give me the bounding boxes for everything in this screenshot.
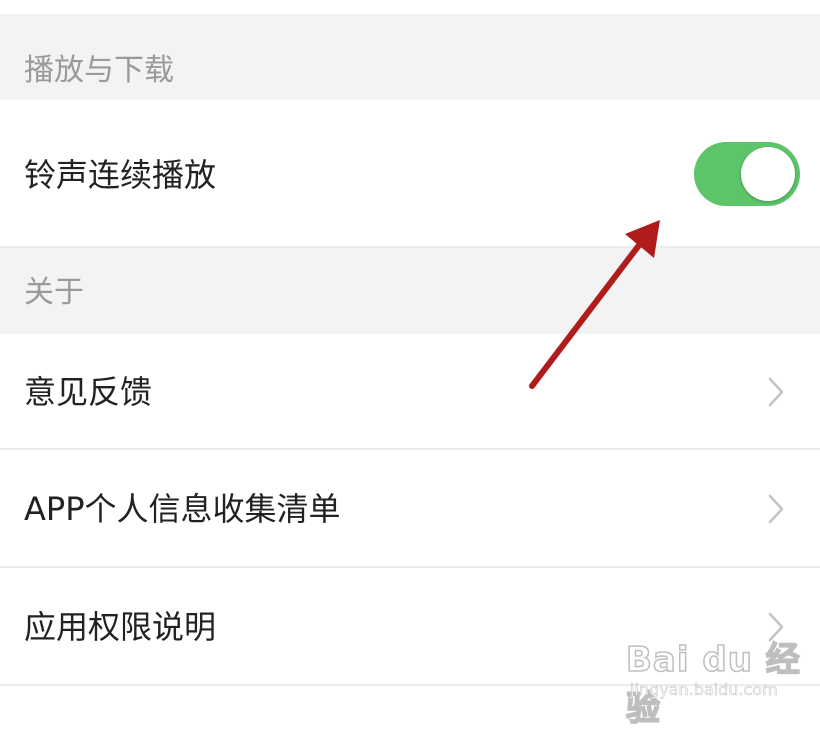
baidu-jingyan-watermark: Bai du 经验 jingyan.baidu.com	[612, 628, 808, 730]
setting-row-feedback[interactable]: 意见反馈	[0, 334, 820, 450]
setting-row-ringtone-continuous: 铃声连续播放	[0, 100, 820, 248]
chevron-right-icon	[768, 377, 784, 407]
chevron-right-icon	[768, 494, 784, 524]
ringtone-continuous-toggle[interactable]	[694, 142, 800, 206]
toggle-knob	[741, 147, 795, 201]
section-header-about: 关于	[0, 248, 820, 334]
setting-label: 铃声连续播放	[24, 156, 217, 194]
setting-row-personal-info-list[interactable]: APP个人信息收集清单	[0, 450, 820, 568]
setting-label: APP个人信息收集清单	[24, 490, 341, 528]
watermark-site: jingyan.baidu.com	[630, 680, 778, 700]
section-header-playback-download: 播放与下载	[0, 14, 820, 100]
setting-label: 应用权限说明	[24, 608, 217, 646]
section-title: 关于	[24, 275, 84, 310]
section-title: 播放与下载	[24, 53, 174, 88]
setting-label: 意见反馈	[24, 373, 153, 411]
